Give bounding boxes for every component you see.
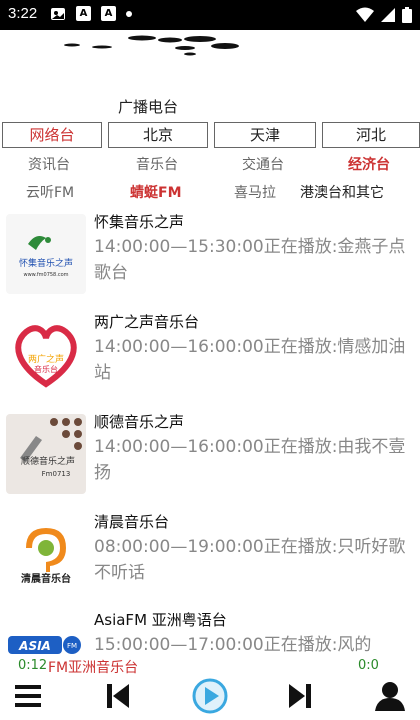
signal-icon [381,8,395,22]
status-time: 3:22 [8,5,38,22]
notification-icons: A A [50,6,132,22]
svg-text:Fm0713: Fm0713 [42,470,71,478]
category-news[interactable]: 资讯台 [28,154,70,174]
station-program: 08:00:00—19:00:00正在播放:只听好歌不听话 [94,537,406,583]
station-item[interactable]: ASIA FM AsiaFM 亚洲粤语台 15:00:00—17:00:00正在… [0,606,420,660]
dot-icon [126,11,132,17]
svg-text:顺德音乐之声: 顺德音乐之声 [21,455,75,467]
player-bar: 0:12 FM亚洲音乐台 0:0 [0,656,420,720]
image-icon [51,8,65,20]
station-item[interactable]: 清晨音乐台 清晨音乐台 08:00:00—19:00:00正在播放:只听好歌不听… [0,508,420,606]
category-row-2: 云听FM 蜻蜓FM 喜马拉 港澳台和其它 [0,182,420,204]
next-button[interactable] [282,678,318,714]
shunde-logo-icon: 顺德音乐之声 Fm0713 [6,414,86,494]
category-qingting-fm[interactable]: 蜻蜓FM [130,182,182,202]
playback-position: 0:12 [18,658,48,673]
svg-text:www.fm0758.com: www.fm0758.com [23,272,68,278]
category-economy[interactable]: 经济台 [348,154,390,174]
play-button[interactable] [190,678,230,714]
svg-text:怀集音乐之声: 怀集音乐之声 [19,257,73,269]
menu-icon [15,685,41,707]
svg-text:音乐台: 音乐台 [34,364,58,374]
a-box-icon: A [101,6,116,21]
station-name: 清晨音乐台 [94,513,170,531]
category-traffic[interactable]: 交通台 [242,154,284,174]
skip-next-icon [289,684,311,708]
station-item[interactable]: 怀集音乐之声 www.fm0758.com 怀集音乐之声 14:00:00—15… [0,208,420,306]
battery-icon [402,7,412,23]
previous-button[interactable] [100,678,136,714]
menu-button[interactable] [10,678,46,714]
lianguang-heart-logo-icon: 两广之声 音乐台 [6,314,86,394]
category-row-1: 资讯台 音乐台 交通台 经济台 [0,154,420,176]
region-tabs: 网络台 北京 天津 河北 [0,122,420,148]
play-icon [192,678,228,714]
station-item[interactable]: 两广之声 音乐台 两广之声音乐台 14:00:00—16:00:00正在播放:情… [0,308,420,406]
svg-text:ASIA: ASIA [18,639,51,653]
station-list: 怀集音乐之声 www.fm0758.com 怀集音乐之声 14:00:00—15… [0,208,420,660]
svg-text:清晨音乐台: 清晨音乐台 [21,572,71,585]
user-icon [375,682,405,711]
a-box-icon: A [76,6,91,21]
station-name: 怀集音乐之声 [94,213,185,231]
huaiji-logo-icon: 怀集音乐之声 www.fm0758.com [6,214,86,294]
page-title: 广播电台 [118,98,179,116]
station-program: 14:00:00—16:00:00正在播放:情感加油站 [94,337,406,383]
qingchen-logo-icon: 清晨音乐台 [6,514,86,594]
wifi-icon [356,7,374,22]
profile-button[interactable] [370,678,410,714]
now-playing-marquee: FM亚洲音乐台 [48,660,139,676]
skip-previous-icon [107,684,129,708]
asiafm-logo-icon: ASIA FM [6,612,86,660]
category-music[interactable]: 音乐台 [136,154,178,174]
svg-text:FM: FM [67,642,77,650]
tab-beijing[interactable]: 北京 [108,122,208,148]
station-name: 顺德音乐之声 [94,413,185,431]
station-program: 14:00:00—16:00:00正在播放:由我不壹扬 [94,437,406,483]
tab-network[interactable]: 网络台 [2,122,102,148]
station-program: 14:00:00—15:30:00正在播放:金燕子点歌台 [94,237,406,283]
playback-duration: 0:0 [358,658,379,673]
tab-hebei[interactable]: 河北 [322,122,420,148]
status-bar: 3:22 A A [0,0,420,30]
app-header: 广播电台 [0,30,420,118]
station-name: 两广之声音乐台 [94,313,200,331]
station-program: 15:00:00—17:00:00正在播放:风的 [94,635,372,655]
svg-text:两广之声: 两广之声 [28,353,64,365]
category-ximalaya[interactable]: 喜马拉 [234,182,276,202]
station-item[interactable]: 顺德音乐之声 Fm0713 顺德音乐之声 14:00:00—16:00:00正在… [0,408,420,506]
station-name: AsiaFM 亚洲粤语台 [94,611,227,629]
app-logo-icon [64,35,239,56]
category-yunting-fm[interactable]: 云听FM [26,182,74,202]
tab-tianjin[interactable]: 天津 [214,122,316,148]
category-hk-macau-tw[interactable]: 港澳台和其它 [300,182,384,202]
